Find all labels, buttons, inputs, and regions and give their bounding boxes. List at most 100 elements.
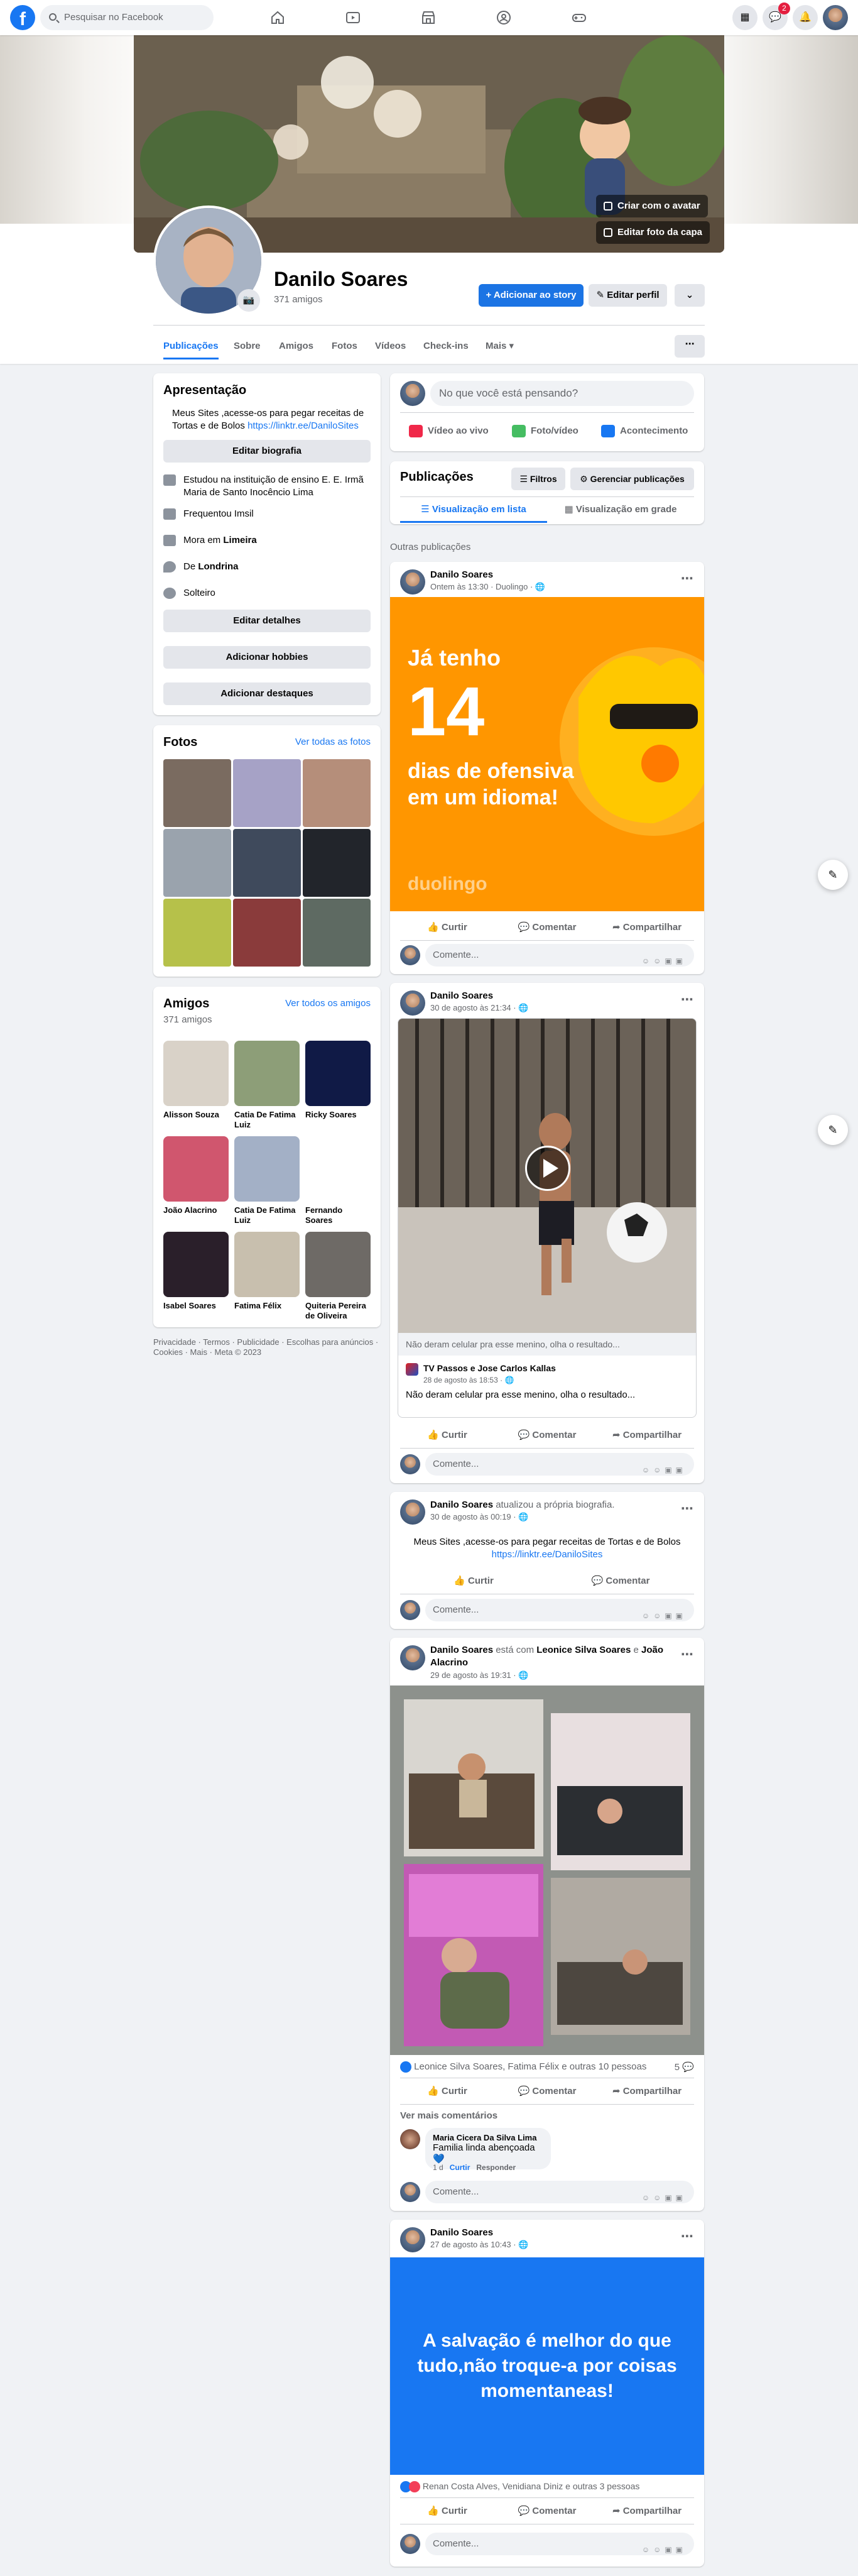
friend-item[interactable]: Catia De Fatima Luiz xyxy=(234,1136,300,1225)
comment-input[interactable]: Comente... ☺☺▣▣ xyxy=(425,1599,694,1621)
friend-item[interactable]: Fatima Félix xyxy=(234,1232,300,1311)
friend-item[interactable]: Catia De Fatima Luiz xyxy=(234,1041,300,1130)
like-button[interactable]: 👍 Curtir xyxy=(400,2500,494,2523)
comment-like-link[interactable]: Curtir xyxy=(450,2163,470,2172)
friend-photo[interactable] xyxy=(163,1041,229,1106)
friend-item[interactable]: Fernando Soares xyxy=(305,1136,371,1225)
grid-view-tab[interactable]: ▦ Visualização em grade xyxy=(547,498,694,523)
list-view-tab[interactable]: ☰ Visualização em lista xyxy=(400,498,547,523)
share-button[interactable]: ➦ Compartilhar xyxy=(600,916,694,939)
like-button[interactable]: 👍 Curtir xyxy=(400,2080,494,2103)
commenter-avatar[interactable] xyxy=(400,2129,420,2149)
new-message-pencil-icon[interactable]: ✎ xyxy=(818,1115,848,1145)
friend-item[interactable]: Alisson Souza xyxy=(163,1041,229,1120)
photo-thumb[interactable] xyxy=(163,759,231,827)
share-button[interactable]: ➦ Compartilhar xyxy=(600,2080,694,2103)
friend-name[interactable]: Catia De Fatima Luiz xyxy=(234,1110,300,1130)
marketplace-icon[interactable] xyxy=(394,3,463,33)
tab-publicacoes[interactable]: Publicações xyxy=(163,333,219,359)
photo-thumb[interactable] xyxy=(303,899,371,967)
friend-item[interactable]: Ricky Soares xyxy=(305,1041,371,1120)
bio-update-link[interactable]: https://linktr.ee/DaniloSites xyxy=(492,1549,603,1560)
friend-photo[interactable] xyxy=(305,1232,371,1297)
reactions-summary[interactable]: Leonice Silva Soares, Fatima Félix e out… xyxy=(400,2061,676,2073)
post-author-avatar[interactable] xyxy=(400,990,425,1016)
friend-name[interactable]: Quiteria Pereira de Oliveira xyxy=(305,1301,371,1321)
duolingo-image[interactable]: Já tenho 14 dias de ofensiva em um idiom… xyxy=(390,597,704,911)
post-meta[interactable]: 30 de agosto às 00:19 · 🌐 xyxy=(430,1512,528,1522)
friend-name[interactable]: Fernando Soares xyxy=(305,1205,371,1225)
gaming-icon[interactable] xyxy=(545,3,614,33)
messenger-icon[interactable]: 💬 2 xyxy=(763,3,790,30)
create-avatar-button[interactable]: Criar com o avatar xyxy=(596,195,708,217)
intro-lives-in-city[interactable]: Limeira xyxy=(223,535,256,545)
text-post-background[interactable]: A salvação é melhor do que tudo,não troq… xyxy=(390,2257,704,2475)
share-button[interactable]: ➦ Compartilhar xyxy=(600,2500,694,2523)
friend-name[interactable]: Fatima Félix xyxy=(234,1301,300,1311)
manage-posts-button[interactable]: ⚙ Gerenciar publicações xyxy=(570,468,694,490)
friend-photo[interactable] xyxy=(163,1232,229,1297)
comment-reply-link[interactable]: Responder xyxy=(476,2163,516,2172)
comment-button[interactable]: 💬 Comentar xyxy=(500,2500,594,2523)
post-author-avatar[interactable] xyxy=(400,1499,425,1525)
tab-amigos[interactable]: Amigos xyxy=(279,333,313,359)
tab-mais[interactable]: Mais ▾ xyxy=(486,333,514,359)
post-options-button[interactable]: ⋯ xyxy=(681,1647,694,1662)
video-player[interactable] xyxy=(398,1019,696,1333)
composer-input[interactable]: No que você está pensando? xyxy=(430,381,694,406)
comment-count[interactable]: 5 💬 xyxy=(675,2061,694,2073)
add-highlights-button[interactable]: Adicionar destaques xyxy=(163,682,371,705)
friend-item[interactable]: João Alacrino xyxy=(163,1136,229,1215)
update-picture-camera-icon[interactable]: 📷 xyxy=(237,289,260,312)
photo-thumb[interactable] xyxy=(233,899,301,967)
edit-bio-button[interactable]: Editar biografia xyxy=(163,440,371,463)
tabs-more-button[interactable]: ⋯ xyxy=(675,335,705,358)
friend-name[interactable]: João Alacrino xyxy=(163,1205,229,1215)
friend-photo[interactable] xyxy=(163,1136,229,1202)
notifications-icon[interactable]: 🔔 xyxy=(793,5,818,30)
post-author-name[interactable]: Danilo Soares xyxy=(430,1645,493,1655)
comment-toolbar-icons[interactable]: ☺☺▣▣ xyxy=(642,1604,687,1627)
photo-thumb[interactable] xyxy=(163,829,231,897)
comment-button[interactable]: 💬 Comentar xyxy=(500,1424,594,1447)
account-avatar[interactable] xyxy=(823,5,848,30)
comment-input[interactable]: Comente... ☺☺▣▣ xyxy=(425,2533,694,2555)
post-meta[interactable]: 30 de agosto às 21:34 · 🌐 xyxy=(430,1003,528,1013)
video-icon[interactable] xyxy=(318,3,388,33)
tab-checkins[interactable]: Check-ins xyxy=(423,333,469,359)
post-options-button[interactable]: ⋯ xyxy=(681,1501,694,1516)
comment-input[interactable]: Comente... ☺☺▣▣ xyxy=(425,944,694,967)
intro-from-city[interactable]: Londrina xyxy=(198,561,238,572)
play-button[interactable] xyxy=(525,1146,570,1191)
edit-details-button[interactable]: Editar detalhes xyxy=(163,610,371,632)
comment-button[interactable]: 💬 Comentar xyxy=(547,1570,694,1592)
reactions-summary[interactable]: Renan Costa Alves, Venidiana Diniz e out… xyxy=(400,2481,689,2493)
footer-links[interactable]: Privacidade · Termos · Publicidade · Esc… xyxy=(153,1337,383,1357)
shared-video-card[interactable]: Não deram celular pra esse menino, olha … xyxy=(398,1018,697,1418)
profile-friends-count[interactable]: 371 amigos xyxy=(274,294,323,305)
life-event-button[interactable]: Acontecimento xyxy=(601,419,688,444)
share-button[interactable]: ➦ Compartilhar xyxy=(600,1424,694,1447)
groups-icon[interactable] xyxy=(469,3,538,33)
post-meta[interactable]: Ontem às 13:30 · Duolingo · 🌐 xyxy=(430,582,545,592)
friend-name[interactable]: Alisson Souza xyxy=(163,1110,229,1120)
new-message-pencil-icon[interactable]: ✎ xyxy=(818,860,848,890)
photo-thumb[interactable] xyxy=(163,899,231,967)
friend-photo[interactable] xyxy=(234,1136,300,1202)
friend-photo[interactable] xyxy=(234,1041,300,1106)
tab-sobre[interactable]: Sobre xyxy=(234,333,261,359)
commenter-name[interactable]: Maria Cicera Da Silva Lima xyxy=(433,2133,543,2142)
search-input[interactable]: Pesquisar no Facebook xyxy=(40,5,214,30)
photo-thumb[interactable] xyxy=(303,759,371,827)
comment-input[interactable]: Comente... ☺☺▣▣ xyxy=(425,1453,694,1476)
post-options-button[interactable]: ⋯ xyxy=(681,2228,694,2244)
friend-name[interactable]: Catia De Fatima Luiz xyxy=(234,1205,300,1225)
menu-grid-icon[interactable]: ▦ xyxy=(732,5,758,30)
photos-title[interactable]: Fotos xyxy=(163,735,197,750)
friend-name[interactable]: Ricky Soares xyxy=(305,1110,371,1120)
photo-thumb[interactable] xyxy=(233,759,301,827)
comment-button[interactable]: 💬 Comentar xyxy=(500,916,594,939)
see-more-comments[interactable]: Ver mais comentários xyxy=(400,2110,497,2121)
friend-photo[interactable] xyxy=(305,1136,371,1202)
edit-cover-button[interactable]: Editar foto da capa xyxy=(596,221,710,244)
